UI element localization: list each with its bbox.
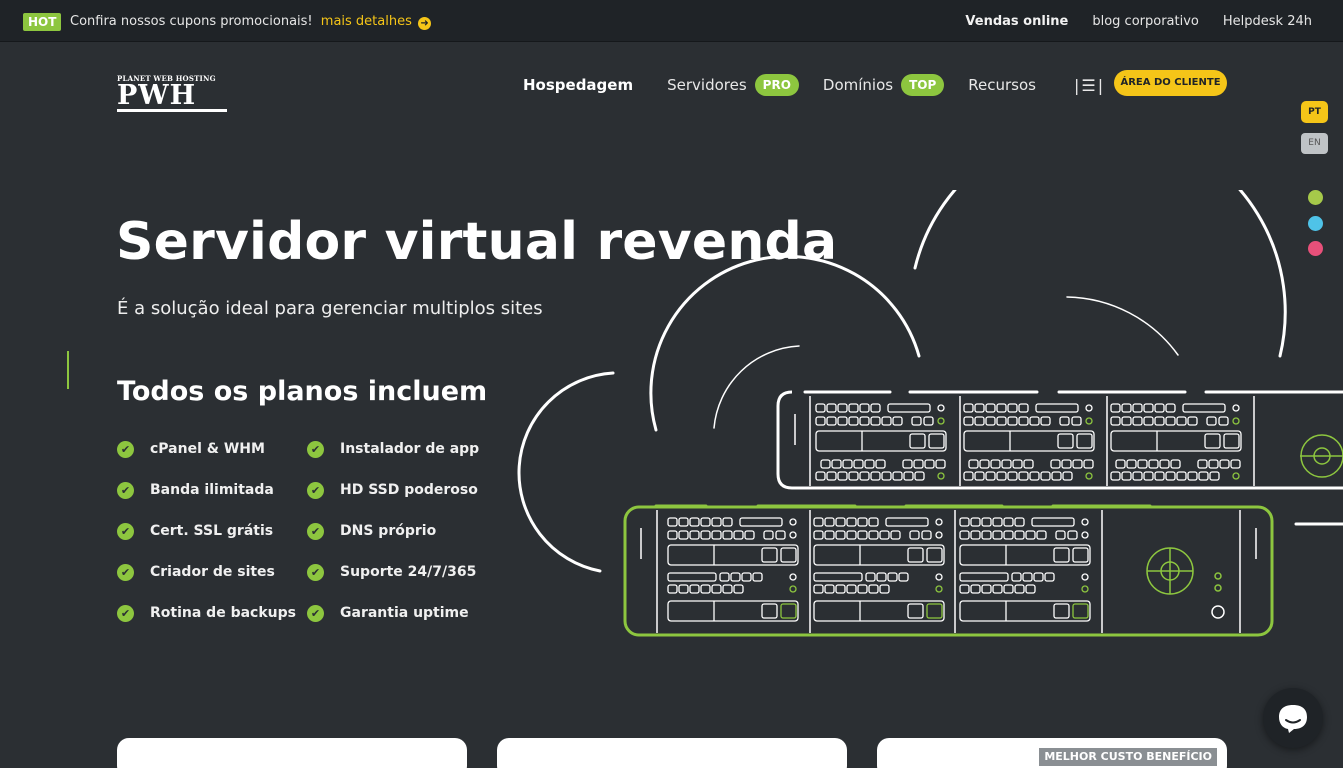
plans-title: Todos os planos incluem — [117, 376, 488, 407]
logo-wordmark: PWH — [117, 82, 227, 112]
feature-item: ✔ Garantia uptime — [307, 604, 497, 622]
cloud-arc-left — [517, 371, 615, 573]
top-bar: HOT Confira nossos cupons promocionais! … — [0, 0, 1343, 42]
check-icon: ✔ — [117, 522, 134, 540]
check-icon: ✔ — [307, 481, 324, 499]
sales-online-link[interactable]: Vendas online — [965, 14, 1068, 29]
feature-item: ✔ Banda ilimitada — [117, 481, 307, 499]
nav-item-label: Recursos — [968, 76, 1036, 94]
feature-item: ✔ cPanel & WHM — [117, 440, 307, 458]
feature-item: ✔ Suporte 24/7/365 — [307, 563, 497, 581]
feature-item: ✔ Rotina de backups — [117, 604, 307, 622]
check-icon: ✔ — [117, 563, 134, 581]
check-icon: ✔ — [117, 604, 134, 622]
feature-item: ✔ Instalador de app — [307, 440, 497, 458]
arrow-right-icon: ➜ — [418, 17, 432, 30]
feature-label: Criador de sites — [150, 564, 275, 580]
feature-label: Banda ilimitada — [150, 482, 274, 498]
feature-label: Suporte 24/7/365 — [340, 564, 477, 580]
check-icon: ✔ — [307, 440, 324, 458]
language-pt-button[interactable]: PT — [1301, 101, 1328, 123]
nav-item-label: Hospedagem — [523, 76, 634, 94]
client-area-button[interactable]: ÁREA DO CLIENTE — [1114, 70, 1227, 96]
language-en-button[interactable]: EN — [1301, 133, 1328, 154]
top-links: Vendas online blog corporativo Helpdesk … — [965, 14, 1312, 29]
hero-subtitle: É a solução ideal para gerenciar multipl… — [117, 298, 543, 319]
check-icon: ✔ — [117, 481, 134, 499]
nav-item-servidores[interactable]: Servidores PRO — [667, 74, 799, 96]
chat-bubble-icon — [1279, 705, 1307, 733]
nav-item-label: Servidores — [667, 76, 747, 94]
plan-card[interactable] — [497, 738, 847, 768]
cloud-arc-inner-right — [1066, 296, 1179, 356]
feature-label: cPanel & WHM — [150, 441, 265, 457]
feature-item: ✔ Criador de sites — [117, 563, 307, 581]
menu-icon[interactable]: |☰| — [1074, 76, 1105, 95]
promo-banner: Confira nossos cupons promocionais! mais… — [70, 14, 432, 30]
feature-item: ✔ Cert. SSL grátis — [117, 522, 307, 540]
feature-label: HD SSD poderoso — [340, 482, 478, 498]
check-icon: ✔ — [307, 563, 324, 581]
feature-label: Instalador de app — [340, 441, 480, 457]
server-cloud-illustration — [517, 190, 1343, 637]
plan-card[interactable] — [117, 738, 467, 768]
pro-badge: PRO — [754, 74, 799, 96]
chat-button[interactable] — [1263, 688, 1323, 748]
check-icon: ✔ — [307, 604, 324, 622]
blog-link[interactable]: blog corporativo — [1092, 14, 1199, 29]
hot-badge: HOT — [23, 13, 62, 31]
cloud-arc-inner-left — [713, 345, 800, 429]
feature-item: ✔ HD SSD poderoso — [307, 481, 497, 499]
feature-label: Rotina de backups — [150, 605, 296, 621]
top-badge: TOP — [901, 74, 945, 96]
helpdesk-link[interactable]: Helpdesk 24h — [1223, 14, 1312, 29]
promo-link-label: mais detalhes — [320, 14, 412, 29]
feature-label: DNS próprio — [340, 523, 437, 539]
feature-label: Garantia uptime — [340, 605, 469, 621]
nav-item-recursos[interactable]: Recursos — [968, 76, 1036, 94]
promo-details-link[interactable]: mais detalhes ➜ — [320, 14, 432, 30]
check-icon: ✔ — [117, 440, 134, 458]
cloud-arc-right — [913, 190, 1287, 358]
logo[interactable]: PLANET WEB HOSTING PWH — [117, 74, 229, 112]
best-value-badge: MELHOR CUSTO BENEFÍCIO — [1039, 748, 1217, 766]
promo-text: Confira nossos cupons promocionais! — [70, 14, 313, 29]
nav-item-label: Domínios — [822, 76, 894, 94]
check-icon: ✔ — [307, 522, 324, 540]
nav-item-hospedagem[interactable]: Hospedagem — [523, 76, 633, 94]
accent-line — [67, 351, 69, 389]
feature-item: ✔ DNS próprio — [307, 522, 497, 540]
features-list: ✔ cPanel & WHM ✔ Instalador de app ✔ Banda … — [117, 440, 497, 622]
plan-card[interactable]: MELHOR CUSTO BENEFÍCIO — [877, 738, 1227, 768]
main-nav: Hospedagem Servidores PRO Domínios TOP R… — [523, 72, 1105, 98]
rack-front — [623, 504, 1274, 637]
feature-label: Cert. SSL grátis — [150, 523, 274, 539]
nav-item-dominios[interactable]: Domínios TOP — [822, 74, 945, 96]
